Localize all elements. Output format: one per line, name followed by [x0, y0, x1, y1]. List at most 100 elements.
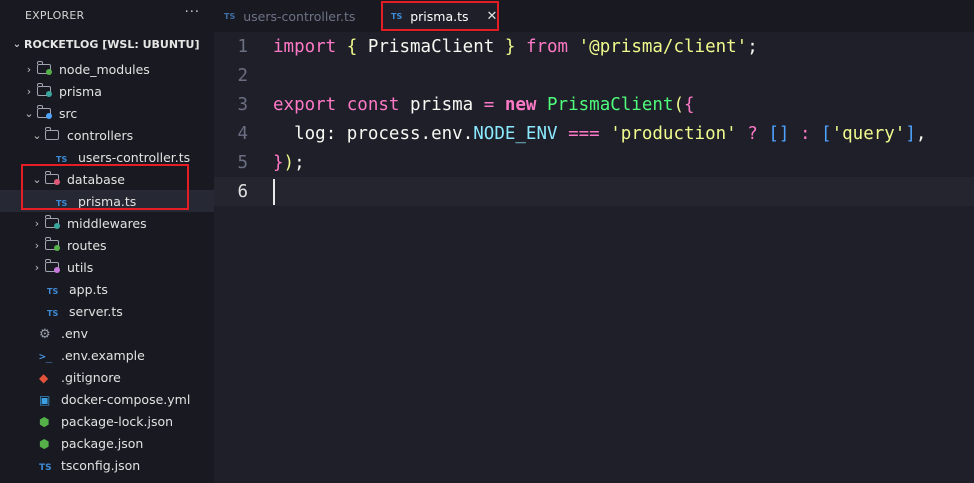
folder-icon	[36, 83, 55, 98]
nodejs-icon: ⬢	[39, 415, 50, 429]
token-string: 'production'	[610, 123, 737, 144]
tree-item-middlewares[interactable]: › middlewares	[0, 212, 214, 234]
tree-item-env-example[interactable]: >_ .env.example	[0, 344, 214, 366]
token-punct: ;	[747, 36, 758, 57]
tree-item-label: .env.example	[61, 347, 145, 363]
tree-item-users-controller[interactable]: TS users-controller.ts	[0, 146, 214, 168]
tree-item-database[interactable]: ⌄ database	[0, 168, 214, 190]
line-number: 2	[237, 65, 248, 86]
text-cursor	[273, 178, 275, 205]
line-number: 3	[237, 94, 248, 115]
explorer-title: EXPLORER	[25, 8, 85, 22]
chevron-right-icon: ›	[34, 238, 40, 252]
workspace-root[interactable]: ⌄ ROCKETLOG [WSL: UBUNTU]	[0, 30, 214, 58]
token-paren: (	[673, 94, 684, 115]
folder-icon	[44, 171, 63, 186]
folder-icon	[44, 215, 63, 230]
code-editor[interactable]: 1 import { PrismaClient } from '@prisma/…	[214, 32, 974, 483]
token-brace: {	[346, 36, 358, 57]
token-brace: }	[504, 36, 516, 57]
token-brace: }	[273, 152, 284, 173]
token-keyword: from	[525, 36, 569, 57]
chevron-down-icon: ⌄	[32, 128, 42, 142]
close-icon[interactable]: ✕	[487, 9, 498, 24]
terminal-icon: >_	[39, 350, 53, 363]
token-operator: =	[483, 94, 495, 115]
token-operator: :	[799, 123, 811, 144]
tree-item-env[interactable]: ⚙ .env	[0, 322, 214, 344]
nodejs-icon: ⬢	[39, 437, 50, 451]
code-line: 2	[214, 61, 974, 90]
typescript-icon: TS	[47, 287, 59, 296]
typescript-icon: TS	[391, 11, 403, 21]
token-keyword: const	[346, 94, 400, 115]
tree-item-label: prisma	[59, 83, 102, 99]
code-text: import { PrismaClient } from '@prisma/cl…	[273, 37, 758, 57]
line-number: 5	[237, 152, 248, 173]
token-property: NODE_ENV	[473, 123, 558, 144]
token-string: '@prisma/client'	[578, 36, 748, 57]
tree-item-label: package.json	[61, 435, 144, 451]
tree-item-server-ts[interactable]: TS server.ts	[0, 300, 214, 322]
token-keyword: export	[273, 94, 337, 115]
tree-item-label: app.ts	[69, 281, 108, 297]
tsconfig-icon: TS	[39, 463, 52, 473]
folder-icon	[44, 237, 63, 252]
tree-item-docker-compose[interactable]: ▣ docker-compose.yml	[0, 388, 214, 410]
token-paren: )	[283, 152, 295, 173]
token-punct: .	[420, 123, 432, 144]
tree-item-app-ts[interactable]: TS app.ts	[0, 278, 214, 300]
line-number: 4	[237, 123, 248, 144]
code-line: 1 import { PrismaClient } from '@prisma/…	[214, 32, 974, 61]
chevron-right-icon: ›	[34, 216, 40, 230]
chevron-right-icon: ›	[26, 62, 32, 76]
tree-item-gitignore[interactable]: ◆ .gitignore	[0, 366, 214, 388]
token-punct: ,	[915, 123, 927, 144]
tree-item-prisma-folder[interactable]: › prisma	[0, 80, 214, 102]
tab-bar: TS users-controller.ts TS prisma.ts ✕	[214, 0, 974, 32]
chevron-down-icon: ⌄	[12, 38, 22, 50]
token-identifier: PrismaClient	[367, 36, 495, 57]
chevron-right-icon: ›	[34, 260, 40, 274]
tree-item-controllers[interactable]: ⌄ controllers	[0, 124, 214, 146]
token-keyword: import	[273, 36, 337, 57]
tree-item-prisma-ts[interactable]: TS prisma.ts	[0, 190, 214, 212]
token-operator: ?	[747, 123, 758, 144]
token-identifier: env	[431, 123, 463, 144]
tree-item-label: .env	[61, 325, 88, 341]
tree-item-label: tsconfig.json	[61, 457, 141, 473]
tree-item-label: controllers	[67, 127, 134, 143]
tree-item-package-json[interactable]: ⬢ package.json	[0, 432, 214, 454]
tree-item-label: src	[59, 105, 78, 121]
tree-item-utils[interactable]: › utils	[0, 256, 214, 278]
tree-item-tsconfig[interactable]: TS tsconfig.json	[0, 454, 214, 476]
token-brace: {	[684, 94, 695, 115]
token-identifier: prisma	[410, 94, 474, 115]
token-punct: :	[325, 123, 337, 144]
token-class: PrismaClient	[547, 94, 674, 115]
token-identifier: process	[346, 123, 421, 144]
tab-users-controller[interactable]: TS users-controller.ts	[224, 0, 355, 32]
tree-item-label: prisma.ts	[78, 193, 137, 209]
more-actions-icon[interactable]: ···	[185, 5, 200, 20]
code-line: 4 log: process.env.NODE_ENV === 'product…	[214, 119, 974, 148]
token-property: log	[294, 123, 326, 144]
typescript-icon: TS	[56, 199, 68, 208]
token-array: []	[768, 123, 790, 144]
code-text: log: process.env.NODE_ENV === 'productio…	[273, 124, 926, 144]
token-keyword: new	[504, 94, 537, 115]
tree-item-routes[interactable]: › routes	[0, 234, 214, 256]
tree-item-package-lock[interactable]: ⬢ package-lock.json	[0, 410, 214, 432]
tree-item-label: users-controller.ts	[78, 149, 191, 165]
folder-icon	[36, 105, 55, 120]
chevron-down-icon: ⌄	[32, 172, 42, 186]
token-bracket: ]	[905, 123, 916, 144]
tree-item-label: node_modules	[59, 61, 150, 77]
folder-icon	[44, 127, 63, 142]
tree-item-src[interactable]: ⌄ src	[0, 102, 214, 124]
tab-prisma-ts[interactable]: TS prisma.ts ✕	[381, 1, 499, 31]
typescript-icon: TS	[56, 155, 68, 164]
tree-item-node-modules[interactable]: › node_modules	[0, 58, 214, 80]
tree-item-label: routes	[67, 237, 107, 253]
workspace-root-label: ROCKETLOG [WSL: UBUNTU]	[24, 37, 200, 51]
